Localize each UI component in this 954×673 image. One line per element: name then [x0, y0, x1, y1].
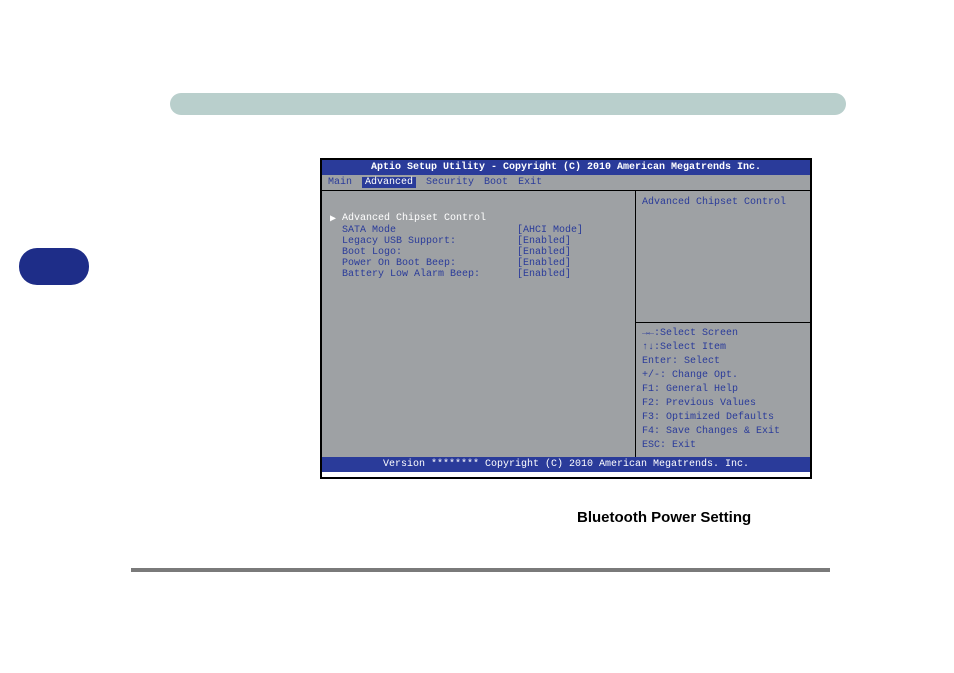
key-hint: F2: Previous Values [642, 397, 804, 411]
bios-item-value: [AHCI Mode] [517, 225, 627, 236]
bios-footer: Version ******** Copyright (C) 2010 Amer… [322, 457, 810, 472]
tab-advanced[interactable]: Advanced [362, 177, 416, 188]
bios-item[interactable]: Legacy USB Support: [Enabled] [330, 236, 627, 247]
bios-key-legend: →←:Select Screen ↑↓:Select Item Enter: S… [636, 322, 810, 457]
bios-item-label: Boot Logo: [340, 247, 517, 258]
bios-item[interactable]: SATA Mode [AHCI Mode] [330, 225, 627, 236]
bios-item-value: [Enabled] [517, 258, 627, 269]
key-hint: F3: Optimized Defaults [642, 411, 804, 425]
bios-heading: Advanced Chipset Control [340, 213, 627, 225]
bios-item[interactable]: Power On Boot Beep: [Enabled] [330, 258, 627, 269]
key-hint: ↑↓:Select Item [642, 341, 804, 355]
bios-item-label: Battery Low Alarm Beep: [340, 269, 517, 280]
bios-item-value: [Enabled] [517, 269, 627, 280]
bios-item-label: Power On Boot Beep: [340, 258, 517, 269]
bios-title: Aptio Setup Utility - Copyright (C) 2010… [322, 160, 810, 175]
tab-main[interactable]: Main [328, 177, 352, 188]
key-hint: →←:Select Screen [642, 327, 804, 341]
bios-help-panel: Advanced Chipset Control →←:Select Scree… [636, 191, 810, 457]
bios-item-label: SATA Mode [340, 225, 517, 236]
bios-item[interactable]: Battery Low Alarm Beep: [Enabled] [330, 269, 627, 280]
tab-boot[interactable]: Boot [484, 177, 508, 188]
key-hint: Enter: Select [642, 355, 804, 369]
bios-item[interactable]: Boot Logo: [Enabled] [330, 247, 627, 258]
footer-divider [131, 568, 830, 572]
key-hint: F1: General Help [642, 383, 804, 397]
bios-help-desc: Advanced Chipset Control [636, 191, 810, 322]
key-hint: +/-: Change Opt. [642, 369, 804, 383]
key-hint: F4: Save Changes & Exit [642, 425, 804, 439]
bios-item-label: Legacy USB Support: [340, 236, 517, 247]
header-bar [170, 93, 846, 115]
section-caption: Bluetooth Power Setting [577, 509, 751, 526]
bios-settings-panel: ▶ Advanced Chipset Control SATA Mode [AH… [322, 191, 636, 457]
bios-item-value: [Enabled] [517, 247, 627, 258]
bios-tabs[interactable]: Main Advanced Security Boot Exit [322, 175, 810, 191]
tab-exit[interactable]: Exit [518, 177, 542, 188]
bios-item-value: [Enabled] [517, 236, 627, 247]
nav-pill [19, 248, 89, 285]
tab-security[interactable]: Security [426, 177, 474, 188]
bios-heading-row[interactable]: ▶ Advanced Chipset Control [330, 213, 627, 225]
bios-window: Aptio Setup Utility - Copyright (C) 2010… [320, 158, 812, 479]
expand-arrow-icon: ▶ [330, 213, 340, 225]
key-hint: ESC: Exit [642, 439, 804, 453]
